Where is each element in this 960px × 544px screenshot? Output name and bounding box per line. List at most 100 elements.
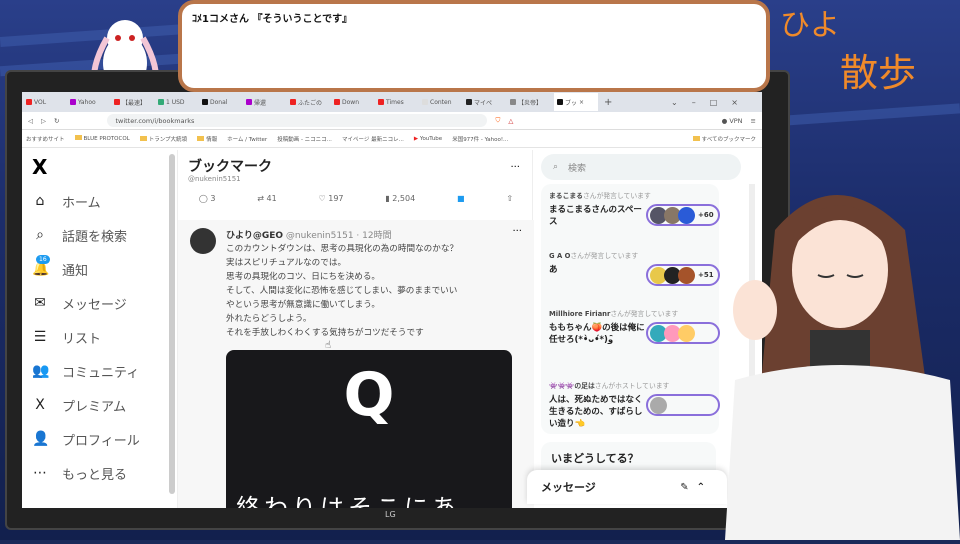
avatar[interactable] bbox=[190, 228, 216, 254]
search-input[interactable]: ⌕ 検索 bbox=[541, 154, 741, 180]
nav-item[interactable]: ⋯ もっと見る bbox=[32, 456, 172, 490]
tab[interactable]: マイペ bbox=[466, 98, 510, 107]
share-icon[interactable]: ⇧ bbox=[506, 194, 513, 203]
space-item[interactable]: 👾👾👾の足はさんがホストしています 人は、死ぬためではなく生きるための、すばらしい… bbox=[549, 380, 724, 430]
vpn-button[interactable]: ● VPN bbox=[722, 117, 743, 125]
nav-item[interactable]: X プレミアム bbox=[32, 388, 172, 422]
bookmark-item[interactable]: 米国977件 - Yahoo!... bbox=[452, 135, 508, 143]
community-icon: 👥 bbox=[32, 363, 50, 379]
tab[interactable]: 【最速】 bbox=[114, 98, 158, 107]
x-logo[interactable]: X bbox=[32, 150, 172, 184]
tab-label: Times bbox=[386, 98, 404, 106]
space-listeners[interactable] bbox=[646, 322, 720, 344]
tab[interactable]: 帰還 bbox=[246, 98, 290, 107]
more-icon: ⋯ bbox=[33, 465, 47, 481]
space-listeners[interactable]: +60 bbox=[646, 204, 720, 226]
retweet-button[interactable]: ⇄ 41 bbox=[257, 194, 276, 203]
tab[interactable]: 1 USD bbox=[158, 99, 202, 106]
nav-item[interactable]: 👥 コミュニティ bbox=[32, 354, 172, 388]
nav-item[interactable]: ⌕ 話題を検索 bbox=[32, 218, 172, 252]
bookmarks-bar: おすすめサイト BLUE PROTOCOL トランプ大統領 情報 ホーム / T… bbox=[22, 130, 762, 148]
tab-active[interactable]: ブッ × bbox=[554, 93, 598, 111]
url-input[interactable]: twitter.com/i/bookmarks bbox=[107, 114, 488, 127]
page-title: ブックマーク bbox=[188, 159, 272, 175]
bookmark-item[interactable]: ▶ YouTube bbox=[414, 136, 442, 142]
bookmark-item[interactable]: 情報 bbox=[197, 135, 217, 143]
back-icon[interactable]: ◁ bbox=[28, 117, 33, 125]
bookmark-item[interactable]: おすすめサイト bbox=[26, 135, 65, 143]
browser-window: VOL Yahoo 【最速】 1 USD Donal 帰還 ふたごの Down … bbox=[22, 92, 762, 508]
reply-button[interactable]: ◯ 3 bbox=[199, 194, 216, 203]
tweet-image[interactable]: Q 終わりはそこにあ bbox=[226, 350, 512, 508]
nav-item[interactable]: ⌂ ホーム bbox=[32, 184, 172, 218]
scrollbar[interactable] bbox=[169, 154, 175, 494]
nav-item-label: 通知 bbox=[62, 263, 89, 279]
tweet-author[interactable]: ひより@GEO @nukenin5151 · 12時間 bbox=[226, 228, 392, 241]
tab[interactable]: Down bbox=[334, 99, 378, 106]
messages-label: メッセージ bbox=[541, 481, 596, 494]
listener-avatar bbox=[650, 396, 667, 414]
tab-label: VOL bbox=[34, 98, 47, 106]
space-item[interactable]: まるこまるさんが発言しています まるこまるさんのスペース +60 bbox=[549, 190, 724, 228]
window-controls[interactable]: ⌄–□× bbox=[671, 98, 752, 107]
rewards-icon[interactable]: △ bbox=[508, 117, 513, 125]
nav-item-label: メッセージ bbox=[62, 297, 127, 313]
reload-icon[interactable]: ↻ bbox=[54, 117, 59, 125]
new-tab-button[interactable]: + bbox=[604, 97, 612, 108]
tab-label: 帰還 bbox=[254, 99, 267, 107]
listener-avatar bbox=[678, 206, 695, 224]
space-item[interactable]: Millhiore Firianrさんが発言しています ももちゃん🍑の後は俺に任せ… bbox=[549, 308, 724, 346]
tab[interactable]: VOL bbox=[26, 99, 70, 106]
more-options-button[interactable]: ··· bbox=[510, 162, 520, 173]
x-premium-icon: X bbox=[35, 397, 45, 413]
space-item[interactable]: G A Oさんが発言していますあ +51 bbox=[549, 250, 724, 286]
forward-icon[interactable]: ▷ bbox=[41, 117, 46, 125]
like-button[interactable]: ♡ 197 bbox=[319, 194, 344, 203]
nav-item[interactable]: 👤 プロフィール bbox=[32, 422, 172, 456]
nav-item[interactable]: ✉ メッセージ bbox=[32, 286, 172, 320]
tweet-more-button[interactable]: ··· bbox=[512, 226, 522, 237]
menu-icon[interactable]: ≡ bbox=[751, 117, 756, 125]
messages-drawer[interactable]: メッセージ ✎⌃ bbox=[527, 470, 727, 504]
tab-label: 【炎帝】 bbox=[518, 99, 543, 107]
nav-item[interactable]: ☰ リスト bbox=[32, 320, 172, 354]
bookmark-item[interactable]: 投稿動画 - ニコニコ... bbox=[277, 135, 332, 143]
notification-badge: 16 bbox=[36, 255, 50, 264]
bookmarks-column: ブックマーク @nukenin5151 ··· ◯ 3 ⇄ 41 ♡ 197 ▮… bbox=[177, 150, 534, 508]
tab[interactable]: Donal bbox=[202, 99, 246, 106]
space-listeners[interactable] bbox=[646, 394, 720, 416]
tab[interactable]: Times bbox=[378, 99, 422, 106]
tab[interactable]: ふたごの bbox=[290, 98, 334, 107]
bookmark-item[interactable]: BLUE PROTOCOL bbox=[74, 135, 130, 142]
space-title: まるこまるさんのスペース bbox=[549, 205, 642, 227]
mouse-cursor-icon: ☝ bbox=[325, 340, 332, 351]
views-button[interactable]: ▮ 2,504 bbox=[385, 194, 415, 203]
compose-expand-icons[interactable]: ✎⌃ bbox=[680, 482, 713, 493]
bookmark-item[interactable]: ホーム / Twitter bbox=[227, 135, 267, 143]
bookmark-item[interactable]: マイページ 最新ニコレ... bbox=[342, 135, 404, 143]
vpn-label: VPN bbox=[729, 116, 743, 125]
tweet[interactable]: ひより@GEO @nukenin5151 · 12時間 ··· このカウントダウ… bbox=[178, 220, 534, 508]
monitor-brand: LG bbox=[385, 510, 396, 519]
tweet-meta: @nukenin5151 · 12時間 bbox=[285, 231, 392, 241]
bookmark-icon[interactable]: ■ bbox=[457, 194, 465, 203]
list-icon: ☰ bbox=[33, 329, 47, 345]
space-listeners[interactable]: +51 bbox=[646, 264, 720, 286]
tab[interactable]: 【炎帝】 bbox=[510, 98, 554, 107]
vtuber-avatar bbox=[715, 170, 960, 540]
mail-icon: ✉ bbox=[34, 295, 46, 311]
url-text: twitter.com/i/bookmarks bbox=[115, 116, 195, 125]
image-text: 終わりはそこにあ bbox=[236, 494, 460, 508]
nav-item[interactable]: 🔔 16 通知 bbox=[32, 252, 172, 286]
bookmark-item[interactable]: トランプ大統領 bbox=[139, 135, 187, 143]
brave-shield-icon[interactable]: ⛉ bbox=[495, 116, 500, 125]
listener-count: +60 bbox=[698, 211, 714, 219]
nav-item-label: ホーム bbox=[62, 195, 101, 211]
stream-logo: ひよ bbox=[780, 8, 840, 43]
tab[interactable]: Yahoo bbox=[70, 99, 114, 106]
whats-happening-heading: いまどうしてる？ bbox=[541, 442, 716, 472]
search-icon: ⌕ bbox=[36, 227, 44, 243]
tab[interactable]: Conten bbox=[422, 99, 466, 106]
search-icon: ⌕ bbox=[553, 162, 559, 172]
bookmark-item[interactable]: すべてのブックマーク bbox=[692, 135, 756, 143]
